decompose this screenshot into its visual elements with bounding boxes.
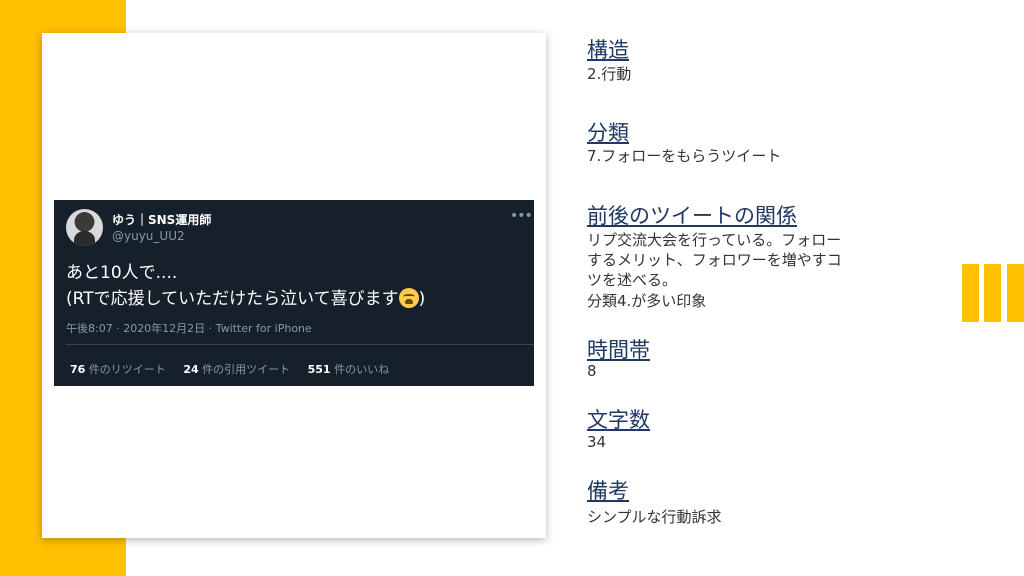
structure-heading: 構造 — [587, 38, 629, 62]
tweet-user-name: ゆう｜SNS運用師 — [112, 213, 212, 227]
time-heading: 時間帯 — [587, 338, 650, 362]
tweet-stats: 76 件のリツイート 24 件の引用ツイート 551 件のいいね — [70, 361, 403, 377]
more-options-icon: ••• — [510, 208, 533, 224]
tweet-user-handle: @yuyu_UU2 — [112, 229, 185, 243]
category-heading: 分類 — [587, 121, 629, 145]
tweet-text: あと10人で.... (RTで応援していただけたら泣いて喜びます) — [66, 260, 526, 312]
tweet-divider — [66, 344, 534, 345]
quote-count: 24 件の引用ツイート — [183, 363, 291, 376]
relation-line-2: するメリット、フォロワーを増やすコ — [587, 251, 842, 269]
tweet-text-line-2: (RTで応援していただけたら泣いて喜びます) — [66, 286, 526, 312]
tweet-screenshot: ゆう｜SNS運用師 @yuyu_UU2 ••• あと10人で.... (RTで応… — [54, 200, 534, 386]
tweet-timestamp: 午後8:07 · 2020年12月2日 · Twitter for iPhone — [66, 322, 312, 335]
tweet-text-line-1: あと10人で.... — [66, 263, 178, 283]
crying-face-icon — [398, 288, 419, 308]
notes-heading: 備考 — [587, 479, 629, 503]
relation-line-4: 分類4.が多い印象 — [587, 292, 707, 310]
notes-value: シンプルな行動訴求 — [587, 508, 722, 526]
tweet-text-line-2-main: (RTで応援していただけたら泣いて喜びます — [66, 289, 399, 309]
chars-heading: 文字数 — [587, 408, 650, 432]
avatar — [66, 209, 103, 246]
relation-line-3: ツを述べる。 — [587, 271, 678, 289]
tweet-text-line-2-end: ) — [418, 289, 426, 309]
retweet-count: 76 件のリツイート — [70, 363, 166, 376]
structure-value: 2.行動 — [587, 65, 632, 83]
time-value: 8 — [587, 362, 597, 380]
decorative-stripes — [962, 264, 1024, 322]
chars-value: 34 — [587, 433, 607, 451]
like-count: 551 件のいいね — [307, 363, 390, 376]
category-value: 7.フォローをもらうツイート — [587, 147, 782, 165]
relation-heading: 前後のツイートの関係 — [587, 204, 797, 228]
relation-line-1: リプ交流大会を行っている。フォロー — [587, 231, 842, 249]
